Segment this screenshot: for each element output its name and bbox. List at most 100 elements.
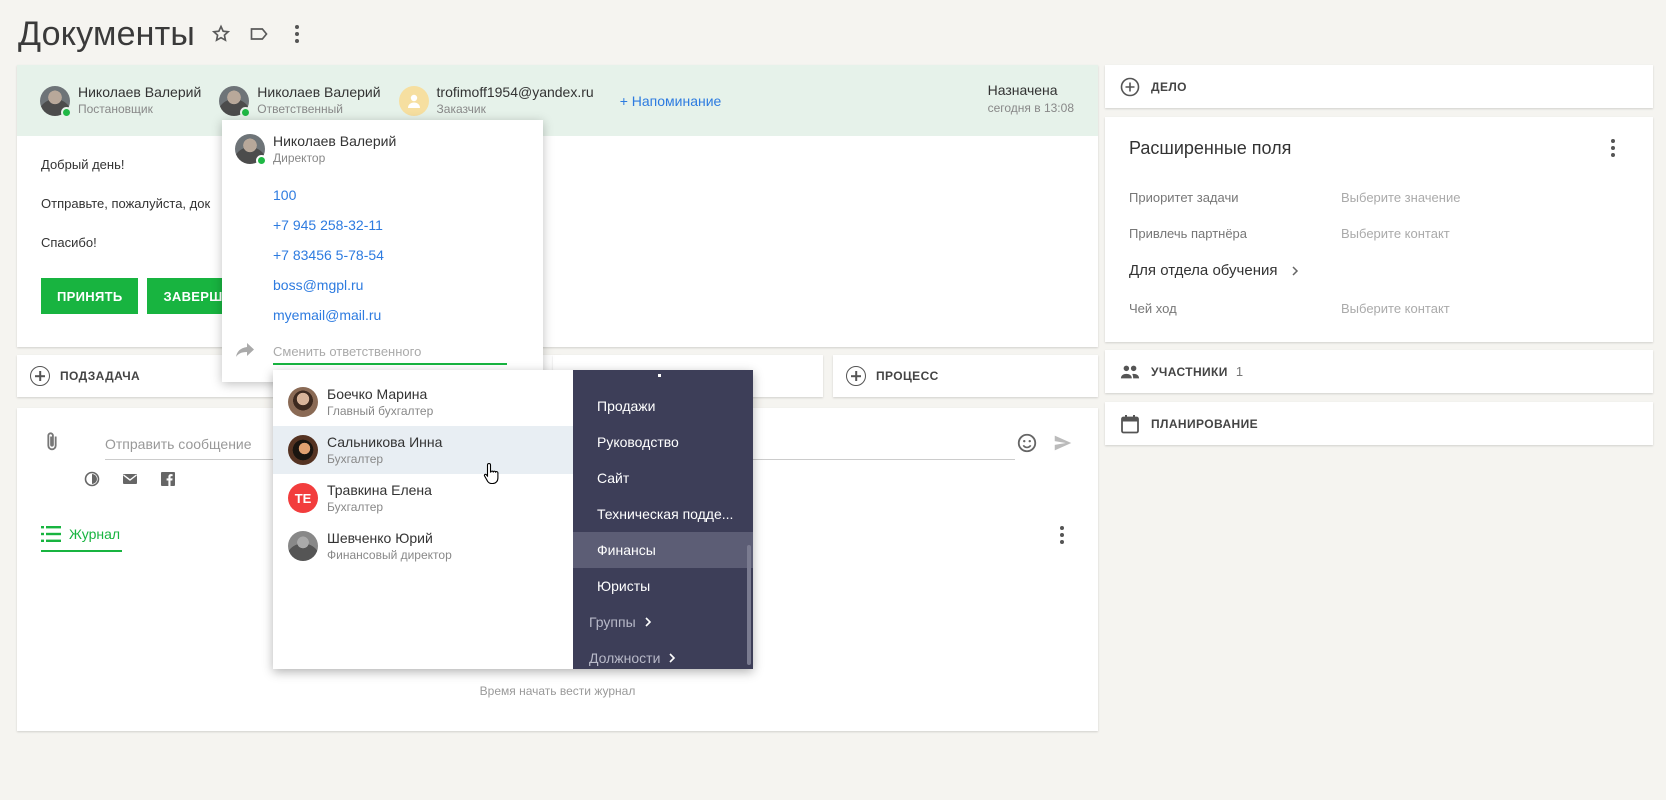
field-partner: Привлечь партнёра Выберите контакт	[1129, 226, 1450, 241]
contact-email-link[interactable]: boss@mgpl.ru	[273, 270, 384, 300]
department-sidebar: Продажи Руководство Сайт Техническая под…	[573, 370, 753, 669]
participant-customer[interactable]: trofimoff1954@yandex.ru Заказчик	[398, 84, 594, 117]
members-section[interactable]: УЧАСТНИКИ 1	[1105, 350, 1653, 393]
forward-icon	[235, 342, 255, 363]
participant-responsible[interactable]: Николаев Валерий Ответственный	[219, 84, 381, 118]
contact-phone-link[interactable]: +7 945 258-32-11	[273, 210, 384, 240]
contact-extension-link[interactable]: 100	[273, 180, 384, 210]
add-circle-icon	[846, 366, 866, 386]
field-label: Привлечь партнёра	[1129, 226, 1248, 241]
field-value-select[interactable]: Выберите контакт	[1341, 226, 1450, 241]
list-item[interactable]: Боечко Марина Главный бухгалтер	[273, 378, 573, 426]
add-reminder-link[interactable]: + Напоминание	[620, 93, 722, 109]
members-label: УЧАСТНИКИ	[1151, 364, 1228, 379]
field-label: Приоритет задачи	[1129, 190, 1239, 205]
more-vertical-icon[interactable]	[1060, 526, 1064, 549]
accept-button[interactable]: ПРИНЯТЬ	[41, 278, 139, 314]
task-text-line: Отправьте, пожалуйста, док	[41, 196, 211, 211]
list-item[interactable]: Сальникова Инна Бухгалтер	[273, 426, 573, 474]
department-item[interactable]: Сайт	[573, 460, 753, 496]
add-process-button[interactable]: ПРОЦЕСС	[833, 355, 1098, 397]
field-task-priority: Приоритет задачи Выберите значение	[1129, 190, 1460, 205]
avatar	[288, 435, 318, 465]
participant-role: Заказчик	[436, 102, 486, 116]
chevron-right-icon	[1291, 265, 1298, 276]
field-whose-turn: Чей ход Выберите контакт	[1129, 301, 1450, 316]
online-indicator	[61, 106, 72, 118]
assigned-info: Назначена сегодня в 13:08	[988, 81, 1074, 117]
positions-item[interactable]: Должности	[573, 640, 753, 669]
facebook-icon[interactable]	[159, 470, 177, 488]
assigned-time: сегодня в 13:08	[987, 101, 1074, 115]
avatar	[40, 85, 72, 118]
scroll-hint	[658, 374, 661, 377]
task-card: Николаев Валерий Постановщик Николаев Ва…	[17, 65, 1098, 347]
responsible-picker-dropdown: Боечко Марина Главный бухгалтер Сальнико…	[273, 370, 753, 669]
paperclip-icon[interactable]	[41, 431, 63, 458]
participant-name: Николаев Валерий	[78, 84, 202, 100]
avatar: TE	[288, 483, 318, 513]
tab-journal-label: Журнал	[69, 526, 121, 542]
journal-empty-text: Время начать вести журнал	[479, 684, 636, 698]
subtask-label: ПОДЗАДАЧА	[60, 369, 141, 383]
participant-author[interactable]: Николаев Валерий Постановщик	[40, 84, 202, 118]
process-label: ПРОЦЕСС	[876, 369, 939, 383]
person-name: Травкина Елена	[327, 481, 432, 498]
field-label: Чей ход	[1129, 301, 1177, 316]
online-indicator	[240, 106, 252, 118]
department-item[interactable]: Продажи	[573, 388, 753, 424]
person-role: Бухгалтер	[327, 451, 384, 466]
avatar	[288, 531, 318, 561]
add-case-button[interactable]: ДЕЛО	[1105, 65, 1653, 108]
chevron-right-icon	[669, 653, 676, 663]
positions-label: Должности	[589, 650, 661, 666]
list-item[interactable]: TE Травкина Елена Бухгалтер	[273, 474, 573, 522]
person-role: Финансовый директор	[327, 547, 452, 562]
avatar	[398, 85, 429, 116]
planning-section[interactable]: ПЛАНИРОВАНИЕ	[1105, 402, 1653, 445]
avatar	[288, 387, 318, 417]
task-text-line: Спасибо!	[41, 235, 97, 250]
mail-icon[interactable]	[121, 470, 139, 488]
star-icon[interactable]	[209, 22, 233, 46]
contact-name: Николаев Валерий	[273, 133, 397, 149]
department-item[interactable]: Техническая подде...	[573, 496, 753, 532]
task-participants-bar: Николаев Валерий Постановщик Николаев Ва…	[17, 65, 1098, 136]
people-icon	[1119, 361, 1141, 383]
emoji-icon[interactable]	[1016, 432, 1038, 459]
chat-bubble-icon[interactable]	[83, 470, 101, 488]
participant-role: Ответственный	[257, 102, 343, 116]
chevron-right-icon	[645, 617, 651, 627]
case-label: ДЕЛО	[1151, 79, 1187, 94]
field-value-select[interactable]: Выберите контакт	[1341, 301, 1450, 316]
department-item[interactable]: Руководство	[573, 424, 753, 460]
online-indicator	[256, 155, 267, 166]
contact-popup: Николаев Валерий Директор 100 +7 945 258…	[222, 120, 543, 382]
department-item-active[interactable]: Финансы	[573, 532, 753, 568]
field-group-training[interactable]: Для отдела обучения	[1129, 262, 1300, 279]
change-responsible-input[interactable]	[273, 339, 507, 365]
task-body: Добрый день! Отправьте, пожалуйста, док …	[17, 136, 1098, 334]
participant-name: Николаев Валерий	[257, 84, 381, 100]
planning-label: ПЛАНИРОВАНИЕ	[1151, 416, 1259, 431]
add-circle-icon	[30, 366, 50, 386]
scrollbar[interactable]	[747, 545, 751, 665]
department-item[interactable]: Юристы	[573, 568, 753, 604]
task-text-line: Добрый день!	[41, 157, 125, 172]
field-value-select[interactable]: Выберите значение	[1341, 190, 1460, 205]
list-item[interactable]: Шевченко Юрий Финансовый директор	[273, 522, 573, 570]
extended-fields-title: Расширенные поля	[1129, 138, 1292, 158]
contact-email-link[interactable]: myemail@mail.ru	[273, 300, 384, 330]
hand-cursor-icon	[483, 462, 501, 489]
tab-journal[interactable]: Журнал	[41, 518, 123, 552]
more-vertical-icon[interactable]	[285, 22, 309, 46]
tag-icon[interactable]	[247, 22, 271, 46]
person-name: Боечко Марина	[327, 385, 428, 402]
person-name: Сальникова Инна	[327, 433, 443, 450]
groups-item[interactable]: Группы	[573, 604, 753, 640]
contact-phone-link[interactable]: +7 83456 5-78-54	[273, 240, 384, 270]
send-icon[interactable]	[1052, 432, 1074, 459]
more-vertical-icon[interactable]	[1611, 139, 1615, 162]
list-icon	[41, 526, 61, 542]
people-list: Боечко Марина Главный бухгалтер Сальнико…	[273, 370, 573, 669]
